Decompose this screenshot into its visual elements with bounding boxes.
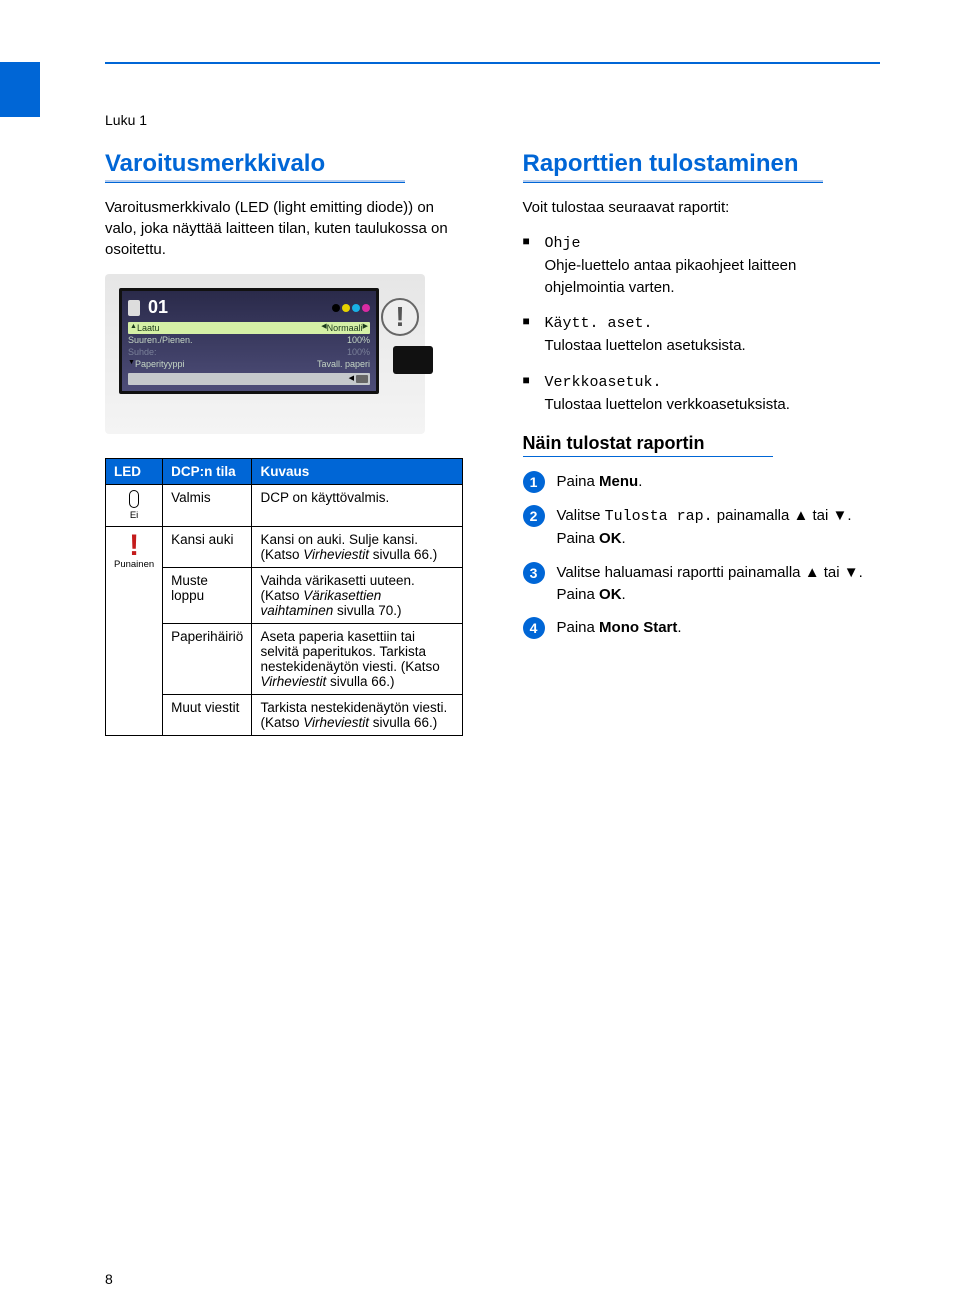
step-badge: 2 — [523, 505, 545, 527]
cell-desc: Aseta paperia kasettiin tai selvitä pape… — [252, 624, 462, 695]
two-column-layout: Varoitusmerkkivalo Varoitusmerkkivalo (L… — [105, 150, 880, 736]
wifi-icon — [393, 346, 433, 374]
report-name: Verkkoasetuk. — [545, 374, 662, 391]
th-desc: Kuvaus — [252, 459, 462, 485]
report-list: Ohje Ohje-luettelo antaa pikaohjeet lait… — [523, 232, 881, 415]
report-name: Käytt. aset. — [545, 315, 653, 332]
cell-desc: DCP on käyttövalmis. — [252, 485, 462, 527]
cell-state: Kansi auki — [163, 527, 252, 568]
top-rule — [105, 62, 880, 64]
cell-desc: Tarkista nestekidenäytön viesti. (Katso … — [252, 695, 462, 736]
cell-desc: Vaihda värikasetti uuteen. (Katso Värika… — [252, 568, 462, 624]
device-illustration: 01 ▲Laatu◀Normaali▶ Suuren./Pienen.100% … — [105, 274, 425, 434]
list-item: Verkkoasetuk. Tulostaa luettelon verkkoa… — [523, 371, 881, 416]
step-2: 2 Valitse Tulosta rap. painamalla ▲ tai … — [523, 505, 881, 550]
list-item: Ohje Ohje-luettelo antaa pikaohjeet lait… — [523, 232, 881, 298]
chapter-label: Luku 1 — [105, 112, 880, 128]
document-icon — [128, 300, 140, 316]
copy-count: 01 — [148, 297, 168, 318]
led-status-table: LED DCP:n tila Kuvaus Ei Valmis DCP on k… — [105, 458, 463, 736]
list-item: Käytt. aset. Tulostaa luettelon asetuksi… — [523, 312, 881, 357]
report-desc: Ohje-luettelo antaa pikaohjeet laitteen … — [545, 257, 797, 296]
report-desc: Tulostaa luettelon asetuksista. — [545, 337, 746, 354]
table-row: Ei Valmis DCP on käyttövalmis. — [106, 485, 463, 527]
step-badge: 1 — [523, 471, 545, 493]
lcd-menu-rows: ▲Laatu◀Normaali▶ Suuren./Pienen.100% Suh… — [128, 322, 370, 385]
th-state: DCP:n tila — [163, 459, 252, 485]
table-row: ! Punainen Kansi auki Kansi on auki. Sul… — [106, 527, 463, 568]
heading-print-reports: Raporttien tulostaminen — [523, 150, 881, 178]
led-on-caption: Punainen — [114, 559, 154, 570]
cell-desc: Kansi on auki. Sulje kansi. (Katso Virhe… — [252, 527, 462, 568]
report-name: Ohje — [545, 235, 581, 252]
intro-text-warning-led: Varoitusmerkkivalo (LED (light emitting … — [105, 197, 463, 260]
warning-led-badge: ! — [381, 298, 419, 336]
cell-state: Paperihäiriö — [163, 624, 252, 695]
step-1: 1 Paina Menu. — [523, 471, 881, 493]
report-desc: Tulostaa luettelon verkkoasetuksista. — [545, 396, 790, 413]
th-led: LED — [106, 459, 163, 485]
led-off-icon — [129, 490, 139, 508]
intro-text-reports: Voit tulostaa seuraavat raportit: — [523, 197, 881, 218]
heading-underline — [105, 180, 405, 183]
step-badge: 4 — [523, 617, 545, 639]
cell-state: Valmis — [163, 485, 252, 527]
subheading-how-to-print: Näin tulostat raportin — [523, 433, 881, 454]
right-column: Raporttien tulostaminen Voit tulostaa se… — [523, 150, 881, 736]
cell-state: Muut viestit — [163, 695, 252, 736]
led-on-icon: ! — [129, 532, 139, 559]
page: Luku 1 Varoitusmerkkivalo Varoitusmerkki… — [0, 0, 960, 1315]
heading-underline — [523, 180, 823, 183]
step-4: 4 Paina Mono Start. — [523, 617, 881, 639]
led-off-caption: Ei — [114, 510, 154, 521]
subheading-underline — [523, 456, 773, 457]
page-number: 8 — [105, 1271, 113, 1287]
heading-warning-led: Varoitusmerkkivalo — [105, 150, 463, 178]
step-badge: 3 — [523, 562, 545, 584]
lcd-screen: 01 ▲Laatu◀Normaali▶ Suuren./Pienen.100% … — [119, 288, 379, 394]
left-column: Varoitusmerkkivalo Varoitusmerkkivalo (L… — [105, 150, 463, 736]
chapter-tab — [0, 62, 40, 117]
step-3: 3 Valitse haluamasi raportti painamalla … — [523, 562, 881, 606]
cell-state: Muste loppu — [163, 568, 252, 624]
ink-indicator — [332, 304, 370, 312]
